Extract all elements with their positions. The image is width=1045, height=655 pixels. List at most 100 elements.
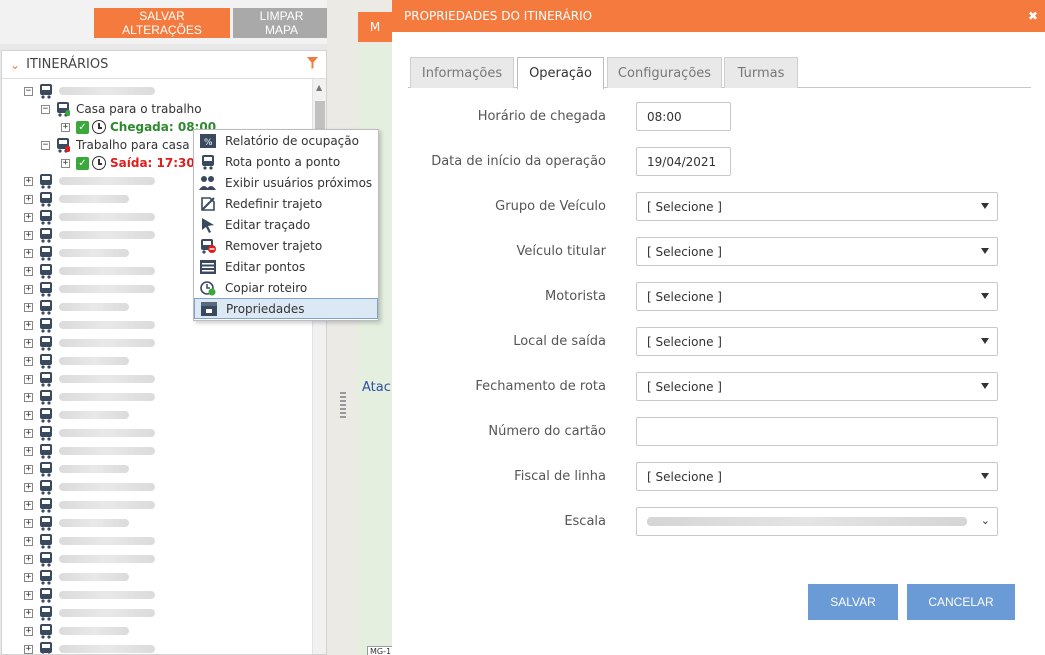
tree-item[interactable]: + <box>24 532 155 550</box>
expand-icon[interactable]: + <box>24 176 33 186</box>
tree-item[interactable]: + <box>24 424 155 442</box>
expand-icon[interactable]: + <box>24 572 33 582</box>
close-icon[interactable]: ✖ <box>1028 9 1038 23</box>
route-closing-select[interactable]: [ Selecione ] <box>636 372 998 401</box>
collapse-icon[interactable]: − <box>41 104 50 114</box>
main-vehicle-select[interactable]: [ Selecione ] <box>636 237 998 266</box>
tree-item[interactable]: + <box>24 640 155 654</box>
tree-item[interactable]: + <box>24 352 129 370</box>
expand-icon[interactable]: + <box>24 284 33 294</box>
collapse-icon[interactable]: − <box>41 140 50 150</box>
card-number-input[interactable] <box>636 417 998 446</box>
tree-item[interactable]: + <box>24 370 155 388</box>
departure-place-select[interactable]: [ Selecione ] <box>636 327 998 356</box>
checkbox-checked-icon[interactable]: ✓ <box>76 120 89 134</box>
tree-item[interactable]: + <box>24 298 129 316</box>
expand-icon[interactable]: + <box>24 644 33 654</box>
dropdown-arrow-icon[interactable] <box>981 248 989 254</box>
menu-item-reset-route[interactable]: Redefinir trajeto <box>194 193 378 214</box>
driver-select[interactable]: [ Selecione ] <box>636 282 998 311</box>
checkbox-checked-icon[interactable]: ✓ <box>76 156 89 170</box>
expand-icon[interactable]: + <box>24 320 33 330</box>
expand-icon[interactable]: + <box>24 248 33 258</box>
menu-item-occupancy-report[interactable]: % Relatório de ocupação <box>194 130 378 151</box>
tab-informacoes[interactable]: Informações <box>410 57 514 88</box>
expand-icon[interactable]: + <box>24 392 33 402</box>
tree-item[interactable]: + <box>24 622 129 640</box>
expand-icon[interactable]: + <box>24 410 33 420</box>
expand-icon[interactable]: + <box>24 266 33 276</box>
save-changes-button[interactable]: SALVAR ALTERAÇÕES <box>94 8 230 38</box>
dropdown-arrow-icon[interactable] <box>981 203 989 209</box>
expand-icon[interactable]: + <box>24 500 33 510</box>
arrival-time-input[interactable]: 08:00 <box>636 102 731 131</box>
map-area[interactable] <box>327 0 392 655</box>
clear-map-button[interactable]: LIMPAR MAPA <box>233 8 330 38</box>
expand-icon[interactable]: + <box>61 122 70 132</box>
tree-item[interactable]: + <box>24 262 155 280</box>
tree-item[interactable]: + <box>24 208 155 226</box>
tree-item[interactable]: + <box>24 586 155 604</box>
tree-item[interactable]: + <box>24 604 155 622</box>
dropdown-arrow-icon[interactable] <box>981 293 989 299</box>
tab-configuracoes[interactable]: Configurações <box>607 57 722 88</box>
tree-item[interactable]: + <box>24 406 129 424</box>
tree-item[interactable]: + <box>24 550 155 568</box>
tree-item-departure[interactable]: + ✓ Saída: 17:30 <box>61 154 195 172</box>
tree-item[interactable]: + <box>24 496 155 514</box>
start-date-input[interactable]: 19/04/2021 <box>636 147 731 176</box>
tree-item[interactable]: + <box>24 460 129 478</box>
scroll-up-icon[interactable]: ▲ <box>316 83 322 92</box>
menu-item-copy-itinerary[interactable]: Copiar roteiro <box>194 277 378 298</box>
dropdown-arrow-icon[interactable] <box>981 473 989 479</box>
tree-item[interactable]: + <box>24 280 155 298</box>
tree-item[interactable]: − <box>24 82 155 100</box>
tab-operacao[interactable]: Operação <box>517 57 604 89</box>
expand-icon[interactable]: + <box>24 302 33 312</box>
expand-icon[interactable]: + <box>24 608 33 618</box>
map-tab[interactable]: M <box>358 12 392 42</box>
tree-item[interactable]: + <box>24 514 129 532</box>
save-button[interactable]: SALVAR <box>808 584 898 620</box>
dropdown-arrow-icon[interactable] <box>981 383 989 389</box>
tree-item[interactable]: + <box>24 172 155 190</box>
expand-icon[interactable]: + <box>24 194 33 204</box>
menu-item-edit-trace[interactable]: Editar traçado <box>194 214 378 235</box>
expand-icon[interactable]: + <box>24 518 33 528</box>
scale-select[interactable]: ⌄ <box>636 507 998 536</box>
expand-icon[interactable]: + <box>24 554 33 564</box>
expand-icon[interactable]: + <box>24 626 33 636</box>
expand-icon[interactable]: + <box>24 230 33 240</box>
line-inspector-select[interactable]: [ Selecione ] <box>636 462 998 491</box>
panel-splitter-handle[interactable] <box>340 392 346 420</box>
expand-icon[interactable]: + <box>24 212 33 222</box>
expand-icon[interactable]: + <box>24 482 33 492</box>
tree-item-trip-out[interactable]: − Casa para o trabalho <box>41 100 202 118</box>
expand-icon[interactable]: + <box>24 428 33 438</box>
expand-icon[interactable]: + <box>24 464 33 474</box>
menu-item-properties[interactable]: Propriedades <box>194 298 378 319</box>
tree-item[interactable]: + <box>24 388 155 406</box>
tree-item-trip-back[interactable]: − Trabalho para casa <box>41 136 190 154</box>
itineraries-header[interactable]: ⌄ ITINERÁRIOS <box>2 51 326 79</box>
expand-icon[interactable]: + <box>24 446 33 456</box>
collapse-icon[interactable]: − <box>24 86 33 96</box>
tree-item[interactable]: + <box>24 244 129 262</box>
expand-icon[interactable]: + <box>24 536 33 546</box>
tree-item[interactable]: + <box>24 226 155 244</box>
tab-turmas[interactable]: Turmas <box>724 57 798 88</box>
expand-icon[interactable]: + <box>61 158 70 168</box>
cancel-button[interactable]: CANCELAR <box>907 584 1015 620</box>
menu-item-point-route[interactable]: Rota ponto a ponto <box>194 151 378 172</box>
tree-item[interactable]: + <box>24 478 155 496</box>
filter-icon[interactable] <box>307 56 318 73</box>
tree-item[interactable]: + <box>24 442 155 460</box>
menu-item-edit-points[interactable]: Editar pontos <box>194 256 378 277</box>
chevron-down-icon[interactable]: ⌄ <box>981 514 990 527</box>
menu-item-remove-route[interactable]: Remover trajeto <box>194 235 378 256</box>
tree-item[interactable]: + <box>24 568 129 586</box>
expand-icon[interactable]: + <box>24 356 33 366</box>
dropdown-arrow-icon[interactable] <box>981 338 989 344</box>
expand-icon[interactable]: + <box>24 374 33 384</box>
scroll-thumb[interactable] <box>315 101 325 129</box>
